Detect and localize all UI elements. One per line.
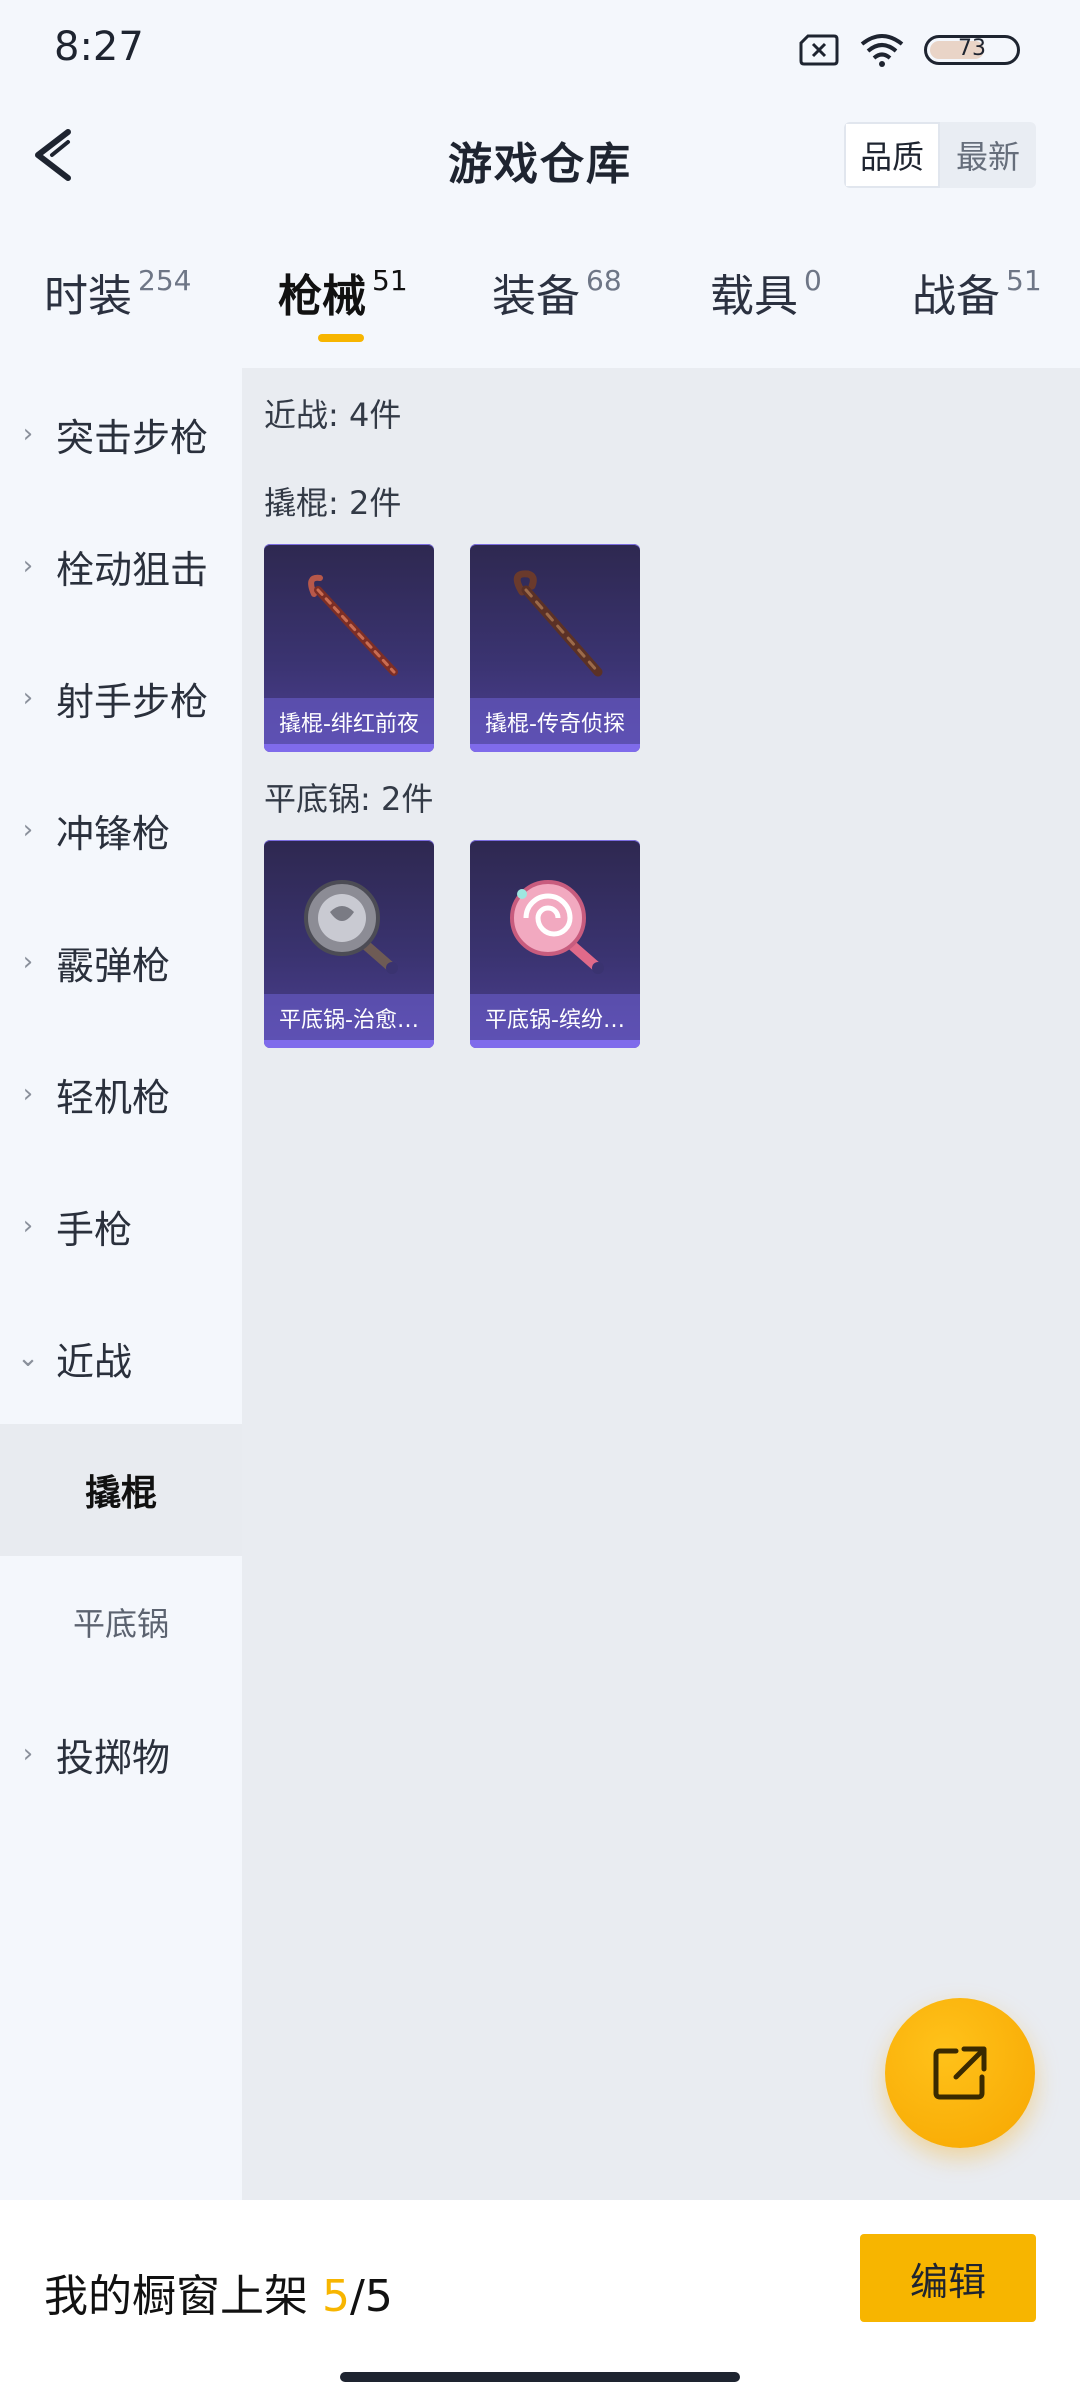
item-card[interactable]: 平底锅-缤纷…: [470, 840, 640, 1048]
tab-fashion[interactable]: 时装 254: [44, 260, 191, 324]
sidebar-item-label: 冲锋枪: [56, 811, 171, 856]
item-name: 撬棍-传奇侦探: [485, 712, 625, 737]
sort-toggle: 品质 最新: [844, 122, 1036, 188]
sidebar-item-label: 投掷物: [56, 1735, 171, 1780]
sort-latest-button[interactable]: 最新: [940, 122, 1036, 188]
tab-label: 载具: [710, 271, 798, 322]
sidebar: › 突击步枪 › 栓动狙击 › 射手步枪 › 冲锋枪 › 霰弹枪 › 轻机枪 ›…: [0, 368, 242, 2200]
showcase-status: 我的橱窗上架 5/5: [44, 2260, 393, 2324]
item-name: 撬棍-绯红前夜: [279, 712, 419, 737]
category-tabs: 时装 254 枪械 51 装备 68 载具 0 战备 51: [0, 250, 1080, 350]
sidebar-item-shotgun[interactable]: › 霰弹枪: [0, 896, 242, 1028]
tab-label: 枪械: [278, 271, 366, 322]
battery-level: 73: [958, 36, 986, 61]
chevron-right-icon: ›: [22, 683, 34, 713]
showcase-total: /5: [350, 2271, 393, 2322]
sidebar-item-label: 射手步枪: [56, 679, 209, 724]
sidebar-subitem-pan[interactable]: 平底锅: [0, 1556, 242, 1688]
tab-label: 装备: [492, 271, 580, 322]
status-bar: 8:27 73: [0, 0, 1080, 100]
wifi-icon: [860, 34, 904, 67]
sidebar-item-label: 手枪: [56, 1207, 133, 1252]
tab-label: 战备: [912, 271, 1000, 322]
showcase-current: 5: [322, 2271, 350, 2322]
rarity-bar: [264, 744, 434, 752]
chevron-right-icon: ›: [22, 1211, 34, 1241]
bottom-bar: 我的橱窗上架 5/5 编辑: [0, 2200, 1080, 2400]
chevron-right-icon: ›: [22, 1079, 34, 1109]
home-indicator[interactable]: [340, 2372, 740, 2382]
item-card[interactable]: 平底锅-治愈…: [264, 840, 434, 1048]
sidebar-item-assault-rifle[interactable]: › 突击步枪: [0, 368, 242, 500]
crowbar-summary: 撬棍: 2件: [264, 484, 402, 522]
sidebar-item-label: 轻机枪: [56, 1075, 171, 1120]
chevron-right-icon: ›: [22, 947, 34, 977]
tab-guns[interactable]: 枪械 51: [278, 260, 408, 324]
sidebar-subitem-crowbar[interactable]: 撬棍: [0, 1424, 242, 1556]
header: 游戏仓库 品质 最新: [0, 100, 1080, 216]
tab-combat-gear[interactable]: 战备 51: [912, 260, 1042, 324]
sort-quality-button[interactable]: 品质: [844, 122, 940, 188]
active-tab-indicator: [318, 334, 364, 342]
tab-count: 51: [372, 264, 408, 297]
share-icon: [933, 2046, 987, 2100]
sidebar-item-smg[interactable]: › 冲锋枪: [0, 764, 242, 896]
tab-count: 254: [138, 264, 192, 297]
tab-equipment[interactable]: 装备 68: [492, 260, 622, 324]
battery-icon: 73: [924, 35, 1020, 65]
chevron-right-icon: ›: [22, 1739, 34, 1769]
sidebar-item-bolt-sniper[interactable]: › 栓动狙击: [0, 500, 242, 632]
sidebar-item-label: 霰弹枪: [56, 943, 171, 988]
status-icons: 73: [798, 32, 1020, 68]
sidebar-item-pistol[interactable]: › 手枪: [0, 1160, 242, 1292]
sidebar-item-label: 突击步枪: [56, 415, 209, 460]
chevron-down-icon: ⌄: [17, 1343, 39, 1373]
chevron-right-icon: ›: [22, 419, 34, 449]
tab-label: 时装: [44, 271, 132, 322]
melee-summary: 近战: 4件: [264, 396, 402, 434]
sim-off-icon: [799, 34, 839, 66]
item-card[interactable]: 撬棍-传奇侦探: [470, 544, 640, 752]
share-button[interactable]: [885, 1998, 1035, 2148]
rarity-bar: [264, 1040, 434, 1048]
tab-vehicles[interactable]: 载具 0: [710, 260, 822, 324]
edit-button[interactable]: 编辑: [860, 2234, 1036, 2322]
chevron-right-icon: ›: [22, 815, 34, 845]
rarity-bar: [470, 1040, 640, 1048]
sidebar-item-label: 栓动狙击: [56, 547, 209, 592]
item-card[interactable]: 撬棍-绯红前夜: [264, 544, 434, 752]
chevron-right-icon: ›: [22, 551, 34, 581]
tab-count: 68: [586, 264, 622, 297]
tab-count: 0: [804, 264, 822, 297]
showcase-label: 我的橱窗上架: [44, 2271, 308, 2322]
item-name: 平底锅-缤纷…: [485, 1008, 625, 1033]
sidebar-item-lmg[interactable]: › 轻机枪: [0, 1028, 242, 1160]
status-time: 8:27: [54, 24, 144, 70]
sidebar-item-marksman-rifle[interactable]: › 射手步枪: [0, 632, 242, 764]
rarity-bar: [470, 744, 640, 752]
item-list: 近战: 4件 撬棍: 2件 撬棍-绯红前夜 撬棍-传奇侦探 平底锅: 2件 平底…: [242, 368, 1080, 2200]
item-name: 平底锅-治愈…: [279, 1008, 419, 1033]
sidebar-item-throwables[interactable]: › 投掷物: [0, 1688, 242, 1820]
sidebar-item-label: 近战: [56, 1339, 133, 1384]
sidebar-item-melee[interactable]: ⌄ 近战: [0, 1292, 242, 1424]
pan-summary: 平底锅: 2件: [264, 780, 434, 818]
tab-count: 51: [1006, 264, 1042, 297]
